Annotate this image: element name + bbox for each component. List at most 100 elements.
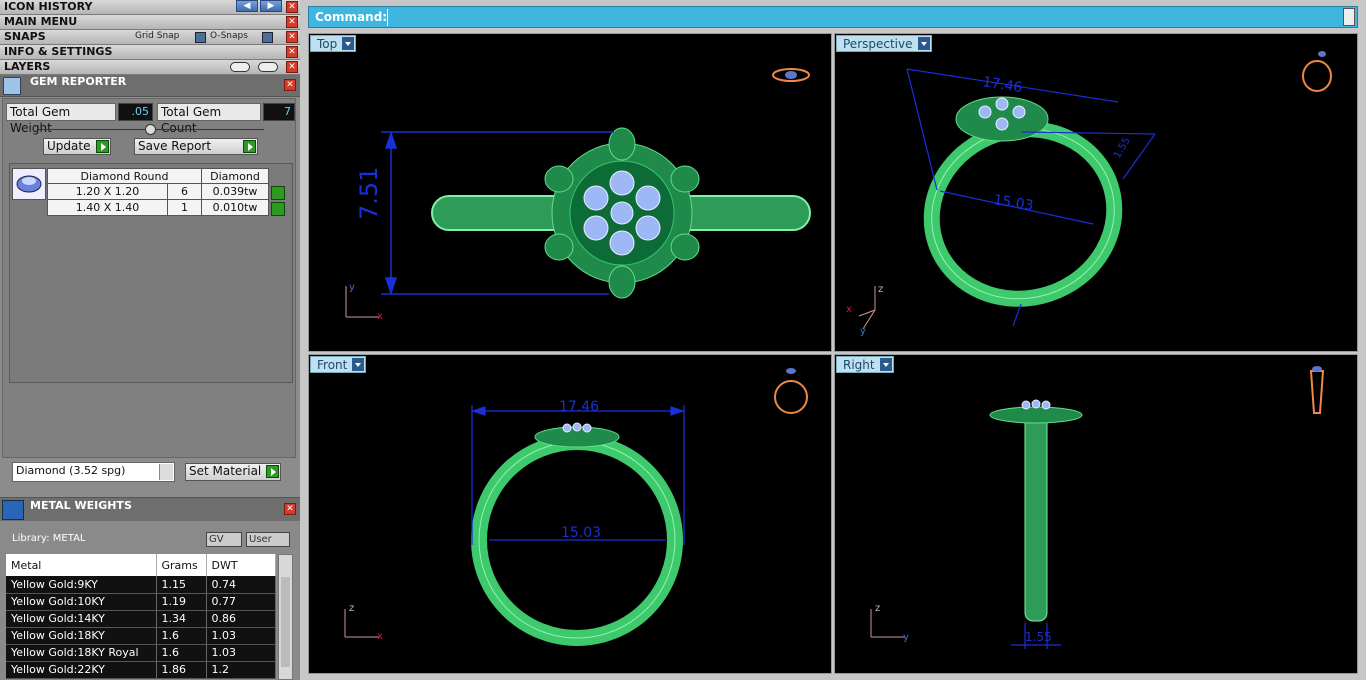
- metal-cell: Yellow Gold:14KY: [6, 610, 157, 628]
- update-button[interactable]: Update: [43, 138, 111, 155]
- dwt-cell: 1.2: [206, 661, 276, 679]
- info-settings-label: INFO & SETTINGS: [4, 45, 113, 58]
- grid-snap-toggle[interactable]: [195, 32, 206, 43]
- total-gem-count-label: Total Gem Count: [157, 103, 261, 135]
- user-label: User: [249, 534, 272, 545]
- gem-weight-cell: 0.010tw: [201, 199, 269, 216]
- metal-cell: Yellow Gold:22KY: [6, 661, 157, 679]
- dwt-cell: 1.03: [206, 644, 276, 662]
- metal-cell: Yellow Gold:18KY Royal: [6, 644, 157, 662]
- grid-snap-label: Grid Snap: [135, 31, 180, 41]
- close-icon[interactable]: ✕: [286, 16, 298, 28]
- update-label: Update: [47, 139, 91, 153]
- layers-bar[interactable]: LAYERS ✕: [0, 60, 300, 75]
- gem-reporter-header: GEM REPORTER ✕: [0, 75, 300, 97]
- ring-perspective-icon: [1302, 51, 1332, 92]
- viewport-front[interactable]: Front 17.46 15.03 z x: [308, 354, 832, 674]
- table-row[interactable]: Yellow Gold:10KY 1.19 0.77: [6, 593, 276, 611]
- close-icon[interactable]: ✕: [286, 46, 298, 58]
- grams-cell: 1.34: [156, 610, 207, 628]
- viewport-top[interactable]: Top 7.51 y x: [308, 33, 832, 352]
- grams-cell: 1.6: [156, 627, 207, 645]
- left-panel: ICON HISTORY ◀ ▶ ✕ MAIN MENU ✕ SNAPS Gri…: [0, 0, 300, 680]
- info-settings-bar[interactable]: INFO & SETTINGS ✕: [0, 45, 300, 60]
- user-toggle[interactable]: User: [246, 532, 290, 547]
- metal-weights-panel: Library: METAL GV User Metal Grams DWT Y…: [0, 522, 300, 680]
- set-material-label: Set Material: [189, 464, 262, 478]
- row-select-icon[interactable]: [271, 186, 285, 200]
- icon-history-label: ICON HISTORY: [4, 0, 93, 13]
- viewport-right[interactable]: Right 1.55 z y: [834, 354, 1358, 674]
- chevron-down-icon[interactable]: [159, 464, 173, 480]
- table-row[interactable]: Yellow Gold:9KY 1.15 0.74: [6, 576, 276, 594]
- axis-z-label: z: [878, 284, 883, 295]
- table-row[interactable]: Yellow Gold:18KY 1.6 1.03: [6, 627, 276, 645]
- play-icon: [266, 465, 279, 478]
- library-label: Library: METAL: [12, 533, 86, 544]
- gem-count-cell: 1: [167, 199, 202, 216]
- table-row[interactable]: Yellow Gold:22KY 1.86 1.2: [6, 661, 276, 679]
- command-scroll[interactable]: [1343, 8, 1355, 26]
- layer-visibility-icon[interactable]: [230, 62, 250, 72]
- close-icon[interactable]: ✕: [284, 503, 296, 515]
- set-material-button[interactable]: Set Material: [185, 463, 281, 481]
- table-row[interactable]: 1.40 X 1.40 1 0.010tw: [47, 199, 269, 216]
- axis-x-label: x: [377, 311, 383, 322]
- command-bar[interactable]: Command:: [308, 6, 1358, 28]
- perspective-dim-c: 1.55: [1112, 136, 1133, 161]
- gem-table-header: Diamond Round: [47, 168, 202, 184]
- dwt-cell: 1.03: [206, 627, 276, 645]
- gem-reporter-title: GEM REPORTER: [30, 75, 127, 88]
- perspective-dim-a: 17.46: [981, 74, 1023, 96]
- forward-arrow-icon[interactable]: ▶: [260, 0, 282, 12]
- play-icon: [243, 140, 256, 153]
- metal-weights-header: METAL WEIGHTS ✕: [0, 497, 300, 521]
- eye-icon[interactable]: [258, 62, 278, 72]
- viewport-perspective[interactable]: Perspective 17.46 15.03 1.55 z x y: [834, 33, 1358, 352]
- axis-x-label: x: [846, 304, 852, 315]
- metal-weights-title: METAL WEIGHTS: [30, 499, 132, 512]
- command-input[interactable]: [387, 9, 1339, 26]
- slider-handle[interactable]: [145, 124, 156, 135]
- close-icon[interactable]: ✕: [286, 1, 298, 13]
- grams-header: Grams: [156, 554, 207, 576]
- axis-z-label: z: [349, 603, 354, 614]
- dwt-header: DWT: [206, 554, 276, 576]
- table-row[interactable]: Yellow Gold:14KY 1.34 0.86: [6, 610, 276, 628]
- grams-cell: 1.6: [156, 644, 207, 662]
- command-label: Command:: [315, 10, 388, 24]
- gem-weight-cell: 0.039tw: [201, 183, 269, 200]
- row-select-icon[interactable]: [271, 202, 285, 216]
- top-dim-height: 7.51: [355, 167, 383, 220]
- o-snaps-toggle[interactable]: [262, 32, 273, 43]
- front-dim-inner: 15.03: [561, 525, 601, 541]
- metal-cell: Yellow Gold:9KY: [6, 576, 157, 594]
- perspective-dim-b: 15.03: [992, 192, 1034, 214]
- close-icon[interactable]: ✕: [286, 61, 298, 73]
- gv-label: GV: [209, 534, 224, 545]
- dwt-cell: 0.74: [206, 576, 276, 594]
- gv-toggle[interactable]: GV: [206, 532, 242, 547]
- vertical-scrollbar[interactable]: [278, 554, 293, 680]
- save-report-label: Save Report: [138, 139, 212, 153]
- close-icon[interactable]: ✕: [284, 79, 296, 91]
- close-icon[interactable]: ✕: [286, 31, 298, 43]
- top-view-drawing: 7.51 y x: [345, 68, 811, 322]
- snaps-bar[interactable]: SNAPS Grid Snap O-Snaps ✕: [0, 30, 300, 45]
- front-dim-outer: 17.46: [559, 399, 599, 415]
- gem-count-cell: 6: [167, 183, 202, 200]
- scrollbar-thumb[interactable]: [281, 577, 290, 667]
- gem-reporter-panel: Total Gem Weight .05 Total Gem Count 7 U…: [2, 98, 296, 458]
- back-arrow-icon[interactable]: ◀: [236, 0, 258, 12]
- scale-icon: [2, 500, 24, 520]
- right-view-drawing: 1.55 z y: [870, 366, 1325, 649]
- play-icon: [96, 140, 109, 153]
- axis-y-label: y: [903, 632, 909, 643]
- table-row[interactable]: Yellow Gold:18KY Royal 1.6 1.03: [6, 644, 276, 662]
- layers-label: LAYERS: [4, 60, 51, 73]
- table-row[interactable]: 1.20 X 1.20 6 0.039tw: [47, 183, 269, 200]
- save-report-button[interactable]: Save Report: [134, 138, 258, 155]
- icon-history-bar[interactable]: ICON HISTORY ◀ ▶ ✕: [0, 0, 300, 15]
- main-menu-bar[interactable]: MAIN MENU ✕: [0, 15, 300, 30]
- material-select[interactable]: Diamond (3.52 spg): [12, 462, 175, 482]
